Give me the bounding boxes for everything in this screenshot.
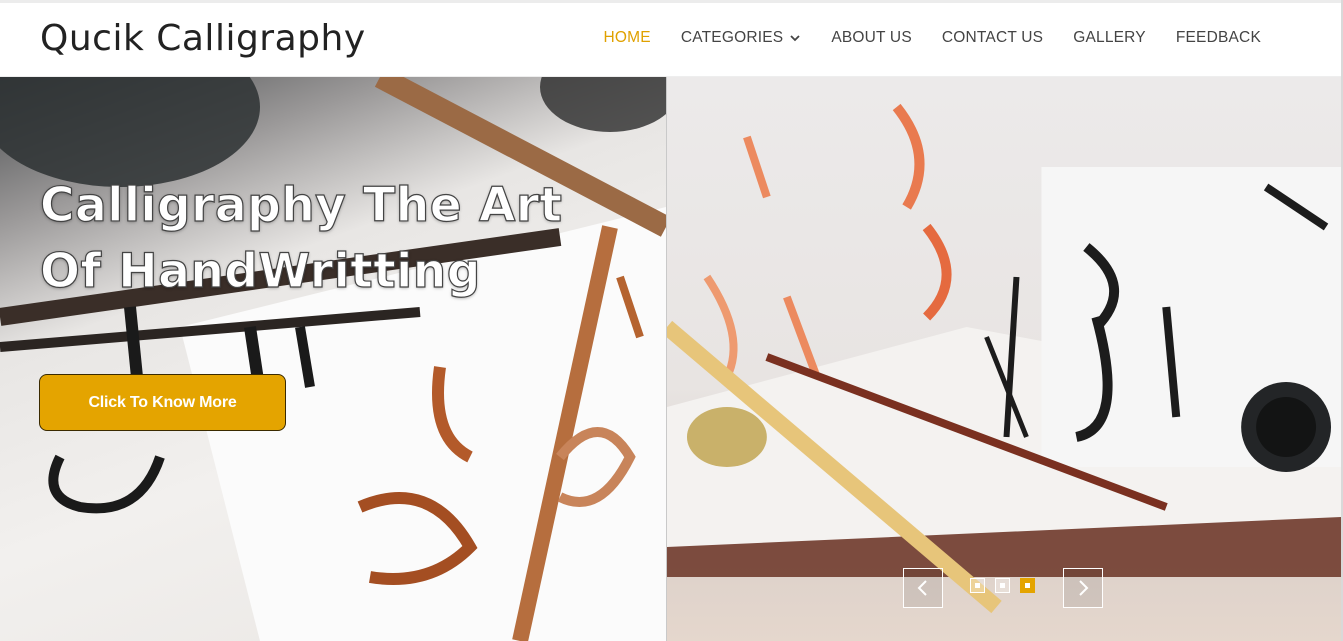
nav-categories[interactable]: CATEGORIES [681, 29, 801, 47]
chevron-right-icon [1079, 580, 1089, 596]
carousel-next-button[interactable] [1063, 568, 1103, 608]
carousel-dot-1[interactable] [970, 578, 985, 593]
chevron-left-icon [917, 580, 927, 596]
site-logo-text[interactable]: Qucik Calligraphy [40, 18, 366, 59]
know-more-button[interactable]: Click To Know More [39, 374, 286, 431]
page: Qucik Calligraphy HOME CATEGORIES ABOUT … [0, 0, 1343, 641]
hero-image-left [0, 77, 666, 641]
calligraphy-photo-left [0, 77, 666, 641]
carousel-indicators [970, 578, 1035, 593]
carousel-dot-2[interactable] [995, 578, 1010, 593]
nav-feedback-label: FEEDBACK [1175, 29, 1261, 46]
nav-about-us[interactable]: ABOUT US [831, 29, 912, 47]
hero-carousel: Calligraphy The Art Of HandWritting Clic… [0, 77, 1341, 641]
chevron-down-icon [790, 35, 800, 42]
hero-title: Calligraphy The Art Of HandWritting [39, 177, 563, 299]
main-nav: HOME CATEGORIES ABOUT US CONTACT US GALL… [604, 29, 1261, 47]
nav-contact-label: CONTACT US [941, 29, 1044, 46]
site-header: Qucik Calligraphy HOME CATEGORIES ABOUT … [0, 0, 1341, 77]
nav-gallery[interactable]: GALLERY [1073, 29, 1146, 47]
carousel-prev-button[interactable] [903, 568, 943, 608]
nav-feedback[interactable]: FEEDBACK [1176, 29, 1261, 47]
carousel-dot-3[interactable] [1020, 578, 1035, 593]
nav-home-label: HOME [603, 29, 651, 46]
hero-image-right [666, 77, 1341, 641]
nav-home[interactable]: HOME [604, 29, 651, 47]
nav-contact-us[interactable]: CONTACT US [942, 29, 1043, 47]
calligraphy-photo-right [667, 103, 1341, 614]
nav-gallery-label: GALLERY [1073, 29, 1146, 46]
nav-categories-label: CATEGORIES [680, 29, 784, 46]
nav-about-label: ABOUT US [831, 29, 912, 46]
